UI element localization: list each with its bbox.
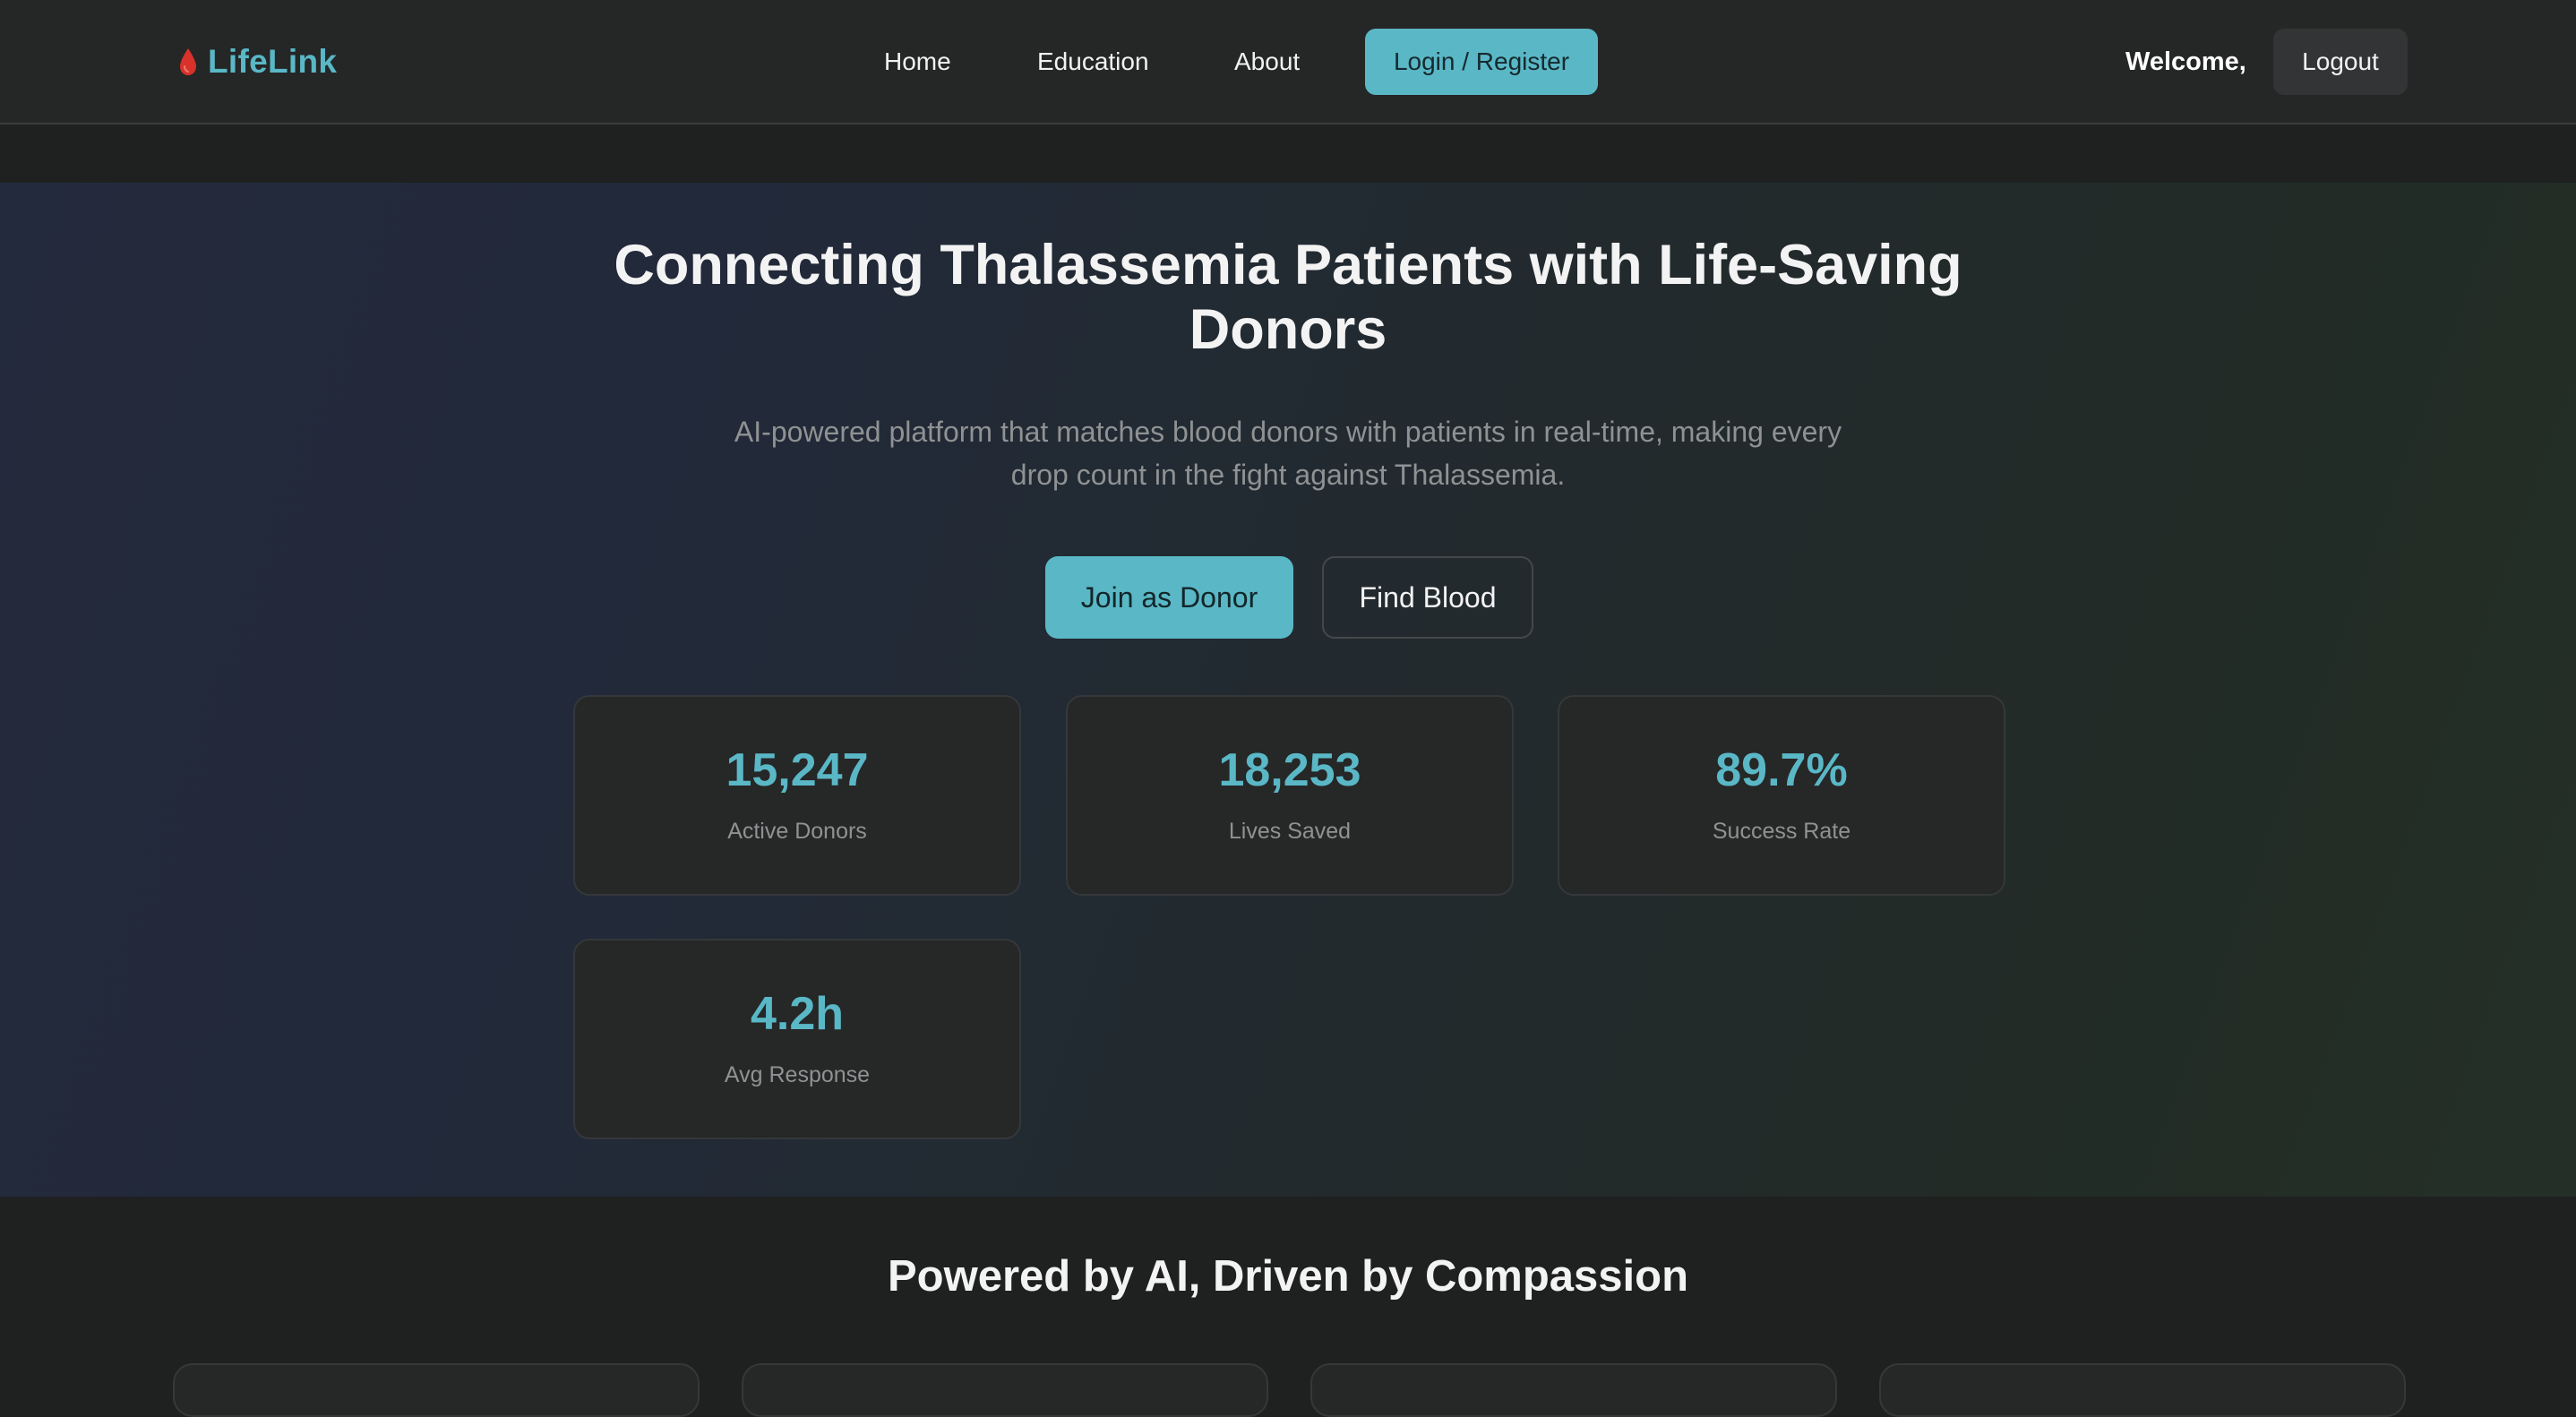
- stat-card-lives-saved: 18,253 Lives Saved: [1066, 695, 1514, 896]
- stat-label: Avg Response: [724, 1062, 871, 1087]
- navbar: LifeLink Home Education About Login / Re…: [0, 0, 2576, 125]
- hero-section: Connecting Thalassemia Patients with Lif…: [0, 183, 2576, 1197]
- nav-link-about[interactable]: About: [1234, 39, 1300, 84]
- hero-subtitle: AI-powered platform that matches blood d…: [734, 416, 1842, 491]
- stat-label: Success Rate: [1712, 819, 1851, 844]
- logout-button[interactable]: Logout: [2273, 29, 2408, 95]
- brand-name: LifeLink: [208, 43, 338, 80]
- brand-logo-link[interactable]: LifeLink: [177, 39, 337, 84]
- login-register-button[interactable]: Login / Register: [1365, 29, 1598, 95]
- feature-card: [1879, 1363, 2406, 1417]
- features-title: Powered by AI, Driven by Compassion: [887, 1252, 1688, 1301]
- stat-value: 89.7%: [1715, 744, 1848, 796]
- stat-label: Lives Saved: [1228, 819, 1352, 844]
- stat-value: 4.2h: [750, 988, 845, 1040]
- features-section: Powered by AI, Driven by Compassion: [0, 1197, 2576, 1417]
- header-spacer: [0, 126, 2576, 183]
- find-blood-button[interactable]: Find Blood: [1322, 556, 1533, 639]
- feature-card: [742, 1363, 1268, 1417]
- nav-link-education[interactable]: Education: [1037, 39, 1149, 84]
- stat-label: Active Donors: [727, 819, 867, 844]
- stat-value: 18,253: [1218, 744, 1361, 796]
- stat-card-active-donors: 15,247 Active Donors: [573, 695, 1021, 896]
- feature-card: [1310, 1363, 1837, 1417]
- stat-value: 15,247: [726, 744, 869, 796]
- feature-card: [173, 1363, 700, 1417]
- join-as-donor-button[interactable]: Join as Donor: [1045, 556, 1293, 639]
- welcome-text: Welcome,: [2125, 47, 2246, 76]
- stat-card-avg-response: 4.2h Avg Response: [573, 939, 1021, 1139]
- stat-card-success-rate: 89.7% Success Rate: [1558, 695, 2005, 896]
- hero-title: Connecting Thalassemia Patients with Lif…: [614, 234, 1962, 361]
- nav-link-home[interactable]: Home: [884, 39, 951, 84]
- blood-drop-icon: [180, 48, 196, 75]
